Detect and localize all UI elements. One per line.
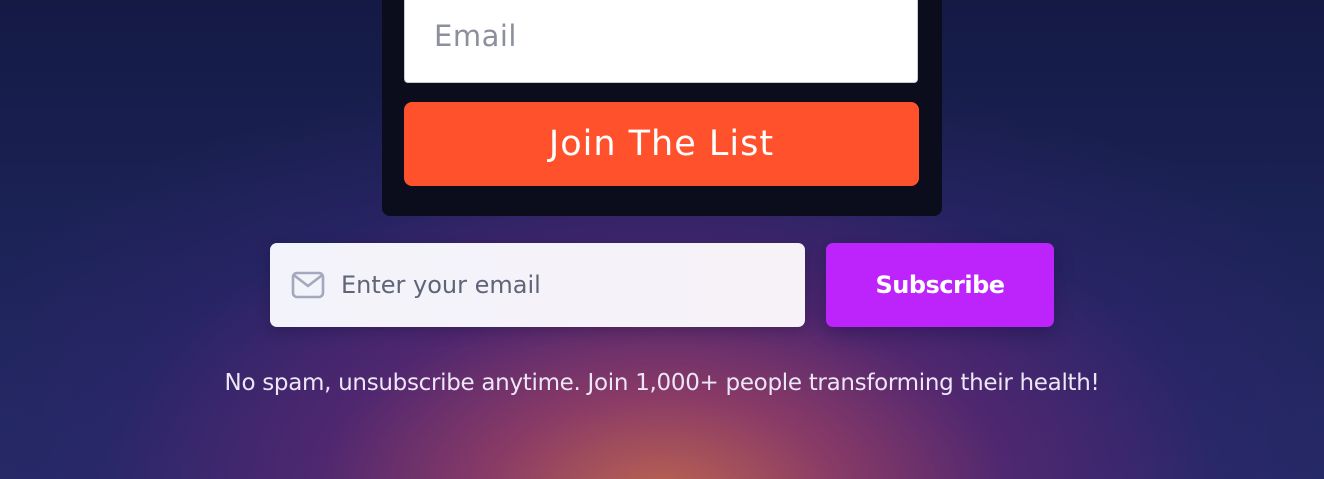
email-placeholder: Email <box>434 19 517 53</box>
signup-card: Email Join The List <box>382 0 942 216</box>
subscribe-button-label: Subscribe <box>875 271 1005 299</box>
join-the-list-button[interactable]: Join The List <box>404 102 919 186</box>
fine-print: No spam, unsubscribe anytime. Join 1,000… <box>224 370 1100 396</box>
join-button-label: Join The List <box>548 124 775 164</box>
subscribe-email-field[interactable] <box>270 243 805 327</box>
email-field[interactable]: Email <box>404 0 918 83</box>
email-input[interactable] <box>341 243 781 327</box>
subscribe-button[interactable]: Subscribe <box>826 243 1054 327</box>
mail-icon <box>291 271 325 299</box>
